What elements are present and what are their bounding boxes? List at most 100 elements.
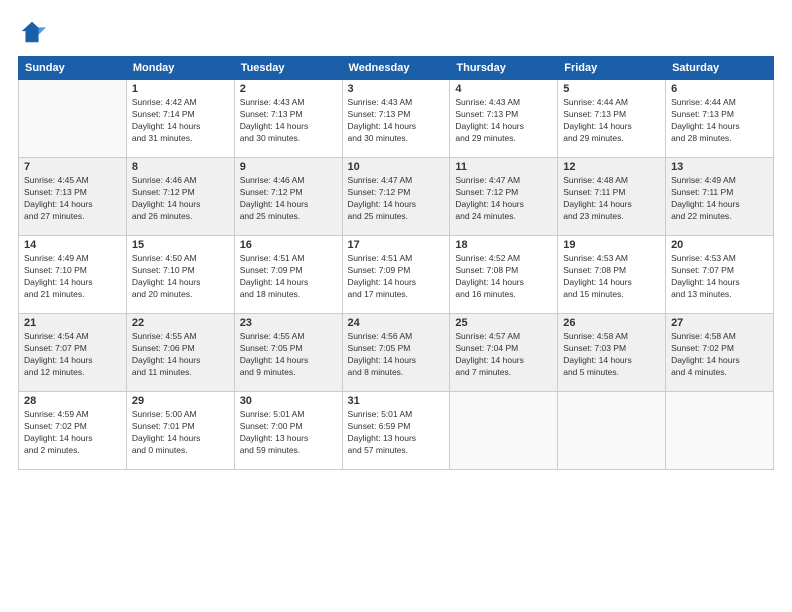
day-info: Sunrise: 4:50 AM Sunset: 7:10 PM Dayligh… — [132, 253, 229, 301]
header — [18, 18, 774, 46]
day-info: Sunrise: 4:47 AM Sunset: 7:12 PM Dayligh… — [455, 175, 552, 223]
logo-icon — [18, 18, 46, 46]
day-cell: 1Sunrise: 4:42 AM Sunset: 7:14 PM Daylig… — [126, 80, 234, 158]
day-info: Sunrise: 4:54 AM Sunset: 7:07 PM Dayligh… — [24, 331, 121, 379]
day-number: 26 — [563, 317, 660, 329]
day-cell: 25Sunrise: 4:57 AM Sunset: 7:04 PM Dayli… — [450, 314, 558, 392]
day-number: 27 — [671, 317, 768, 329]
day-number: 13 — [671, 161, 768, 173]
day-info: Sunrise: 5:01 AM Sunset: 7:00 PM Dayligh… — [240, 409, 337, 457]
day-number: 3 — [348, 83, 445, 95]
logo — [18, 18, 50, 46]
page: SundayMondayTuesdayWednesdayThursdayFrid… — [0, 0, 792, 612]
day-cell: 27 Sunrise: 4:58 AM Sunset: 7:02 PM Dayli… — [666, 314, 774, 392]
day-info: Sunrise: 4:55 AM Sunset: 7:06 PM Dayligh… — [132, 331, 229, 379]
day-cell: 29 Sunrise: 5:00 AM Sunset: 7:01 PM Dayli… — [126, 392, 234, 470]
day-number: 11 — [455, 161, 552, 173]
day-number: 21 — [24, 317, 121, 329]
day-info: Sunrise: 4:45 AM Sunset: 7:13 PM Dayligh… — [24, 175, 121, 223]
day-number: 7 — [24, 161, 121, 173]
day-info: Sunrise: 4:51 AM Sunset: 7:09 PM Dayligh… — [348, 253, 445, 301]
day-cell: 28 Sunrise: 4:59 AM Sunset: 7:02 PM Dayli… — [19, 392, 127, 470]
day-number: 19 — [563, 239, 660, 251]
day-info: Sunrise: 4:53 AM Sunset: 7:08 PM Dayligh… — [563, 253, 660, 301]
day-cell: 5 Sunrise: 4:44 AM Sunset: 7:13 PM Daylig… — [558, 80, 666, 158]
day-info: Sunrise: 4:43 AM Sunset: 7:13 PM Dayligh… — [240, 97, 337, 145]
day-cell: 2 Sunrise: 4:43 AM Sunset: 7:13 PM Daylig… — [234, 80, 342, 158]
day-info: Sunrise: 5:00 AM Sunset: 7:01 PM Dayligh… — [132, 409, 229, 457]
day-number: 5 — [563, 83, 660, 95]
column-header-sunday: Sunday — [19, 57, 127, 80]
day-number: 24 — [348, 317, 445, 329]
day-cell: 12 Sunrise: 4:48 AM Sunset: 7:11 PM Dayli… — [558, 158, 666, 236]
day-info: Sunrise: 4:43 AM Sunset: 7:13 PM Dayligh… — [455, 97, 552, 145]
day-cell: 26 Sunrise: 4:58 AM Sunset: 7:03 PM Dayli… — [558, 314, 666, 392]
day-cell: 21 Sunrise: 4:54 AM Sunset: 7:07 PM Dayli… — [19, 314, 127, 392]
day-cell — [666, 392, 774, 470]
day-cell: 8 Sunrise: 4:46 AM Sunset: 7:12 PM Daylig… — [126, 158, 234, 236]
day-cell: 6Sunrise: 4:44 AM Sunset: 7:13 PM Daylig… — [666, 80, 774, 158]
day-number: 10 — [348, 161, 445, 173]
header-row: SundayMondayTuesdayWednesdayThursdayFrid… — [19, 57, 774, 80]
day-cell: 15Sunrise: 4:50 AM Sunset: 7:10 PM Dayli… — [126, 236, 234, 314]
day-number: 18 — [455, 239, 552, 251]
day-cell: 9 Sunrise: 4:46 AM Sunset: 7:12 PM Daylig… — [234, 158, 342, 236]
day-cell: 11 Sunrise: 4:47 AM Sunset: 7:12 PM Dayli… — [450, 158, 558, 236]
day-cell: 17 Sunrise: 4:51 AM Sunset: 7:09 PM Dayli… — [342, 236, 450, 314]
day-number: 17 — [348, 239, 445, 251]
day-cell — [558, 392, 666, 470]
day-info: Sunrise: 4:51 AM Sunset: 7:09 PM Dayligh… — [240, 253, 337, 301]
day-info: Sunrise: 4:43 AM Sunset: 7:13 PM Dayligh… — [348, 97, 445, 145]
day-cell — [450, 392, 558, 470]
column-header-tuesday: Tuesday — [234, 57, 342, 80]
week-row-3: 14Sunrise: 4:49 AM Sunset: 7:10 PM Dayli… — [19, 236, 774, 314]
day-info: Sunrise: 4:46 AM Sunset: 7:12 PM Dayligh… — [132, 175, 229, 223]
day-number: 4 — [455, 83, 552, 95]
day-info: Sunrise: 4:48 AM Sunset: 7:11 PM Dayligh… — [563, 175, 660, 223]
day-number: 2 — [240, 83, 337, 95]
day-cell: 30 Sunrise: 5:01 AM Sunset: 7:00 PM Dayli… — [234, 392, 342, 470]
day-number: 23 — [240, 317, 337, 329]
day-info: Sunrise: 4:46 AM Sunset: 7:12 PM Dayligh… — [240, 175, 337, 223]
day-info: Sunrise: 4:44 AM Sunset: 7:13 PM Dayligh… — [563, 97, 660, 145]
day-cell: 23 Sunrise: 4:55 AM Sunset: 7:05 PM Dayli… — [234, 314, 342, 392]
day-info: Sunrise: 4:55 AM Sunset: 7:05 PM Dayligh… — [240, 331, 337, 379]
day-number: 31 — [348, 395, 445, 407]
day-cell: 22 Sunrise: 4:55 AM Sunset: 7:06 PM Dayli… — [126, 314, 234, 392]
day-cell: 7 Sunrise: 4:45 AM Sunset: 7:13 PM Daylig… — [19, 158, 127, 236]
day-info: Sunrise: 4:58 AM Sunset: 7:02 PM Dayligh… — [671, 331, 768, 379]
week-row-1: 1Sunrise: 4:42 AM Sunset: 7:14 PM Daylig… — [19, 80, 774, 158]
day-number: 28 — [24, 395, 121, 407]
day-cell: 18 Sunrise: 4:52 AM Sunset: 7:08 PM Dayli… — [450, 236, 558, 314]
day-info: Sunrise: 4:47 AM Sunset: 7:12 PM Dayligh… — [348, 175, 445, 223]
day-number: 12 — [563, 161, 660, 173]
day-info: Sunrise: 4:52 AM Sunset: 7:08 PM Dayligh… — [455, 253, 552, 301]
week-row-2: 7 Sunrise: 4:45 AM Sunset: 7:13 PM Daylig… — [19, 158, 774, 236]
day-cell: 20Sunrise: 4:53 AM Sunset: 7:07 PM Dayli… — [666, 236, 774, 314]
day-number: 29 — [132, 395, 229, 407]
day-number: 22 — [132, 317, 229, 329]
day-info: Sunrise: 4:44 AM Sunset: 7:13 PM Dayligh… — [671, 97, 768, 145]
day-info: Sunrise: 4:58 AM Sunset: 7:03 PM Dayligh… — [563, 331, 660, 379]
day-info: Sunrise: 4:56 AM Sunset: 7:05 PM Dayligh… — [348, 331, 445, 379]
week-row-5: 28 Sunrise: 4:59 AM Sunset: 7:02 PM Dayli… — [19, 392, 774, 470]
day-number: 1 — [132, 83, 229, 95]
day-cell — [19, 80, 127, 158]
day-cell: 31Sunrise: 5:01 AM Sunset: 6:59 PM Dayli… — [342, 392, 450, 470]
day-number: 8 — [132, 161, 229, 173]
day-cell: 13Sunrise: 4:49 AM Sunset: 7:11 PM Dayli… — [666, 158, 774, 236]
day-number: 30 — [240, 395, 337, 407]
calendar: SundayMondayTuesdayWednesdayThursdayFrid… — [18, 56, 774, 470]
day-number: 9 — [240, 161, 337, 173]
day-info: Sunrise: 4:59 AM Sunset: 7:02 PM Dayligh… — [24, 409, 121, 457]
column-header-saturday: Saturday — [666, 57, 774, 80]
day-cell: 19 Sunrise: 4:53 AM Sunset: 7:08 PM Dayli… — [558, 236, 666, 314]
day-cell: 3 Sunrise: 4:43 AM Sunset: 7:13 PM Daylig… — [342, 80, 450, 158]
day-cell: 10 Sunrise: 4:47 AM Sunset: 7:12 PM Dayli… — [342, 158, 450, 236]
day-cell: 16Sunrise: 4:51 AM Sunset: 7:09 PM Dayli… — [234, 236, 342, 314]
day-cell: 4 Sunrise: 4:43 AM Sunset: 7:13 PM Daylig… — [450, 80, 558, 158]
day-info: Sunrise: 4:57 AM Sunset: 7:04 PM Dayligh… — [455, 331, 552, 379]
day-cell: 24 Sunrise: 4:56 AM Sunset: 7:05 PM Dayli… — [342, 314, 450, 392]
day-info: Sunrise: 4:53 AM Sunset: 7:07 PM Dayligh… — [671, 253, 768, 301]
column-header-friday: Friday — [558, 57, 666, 80]
